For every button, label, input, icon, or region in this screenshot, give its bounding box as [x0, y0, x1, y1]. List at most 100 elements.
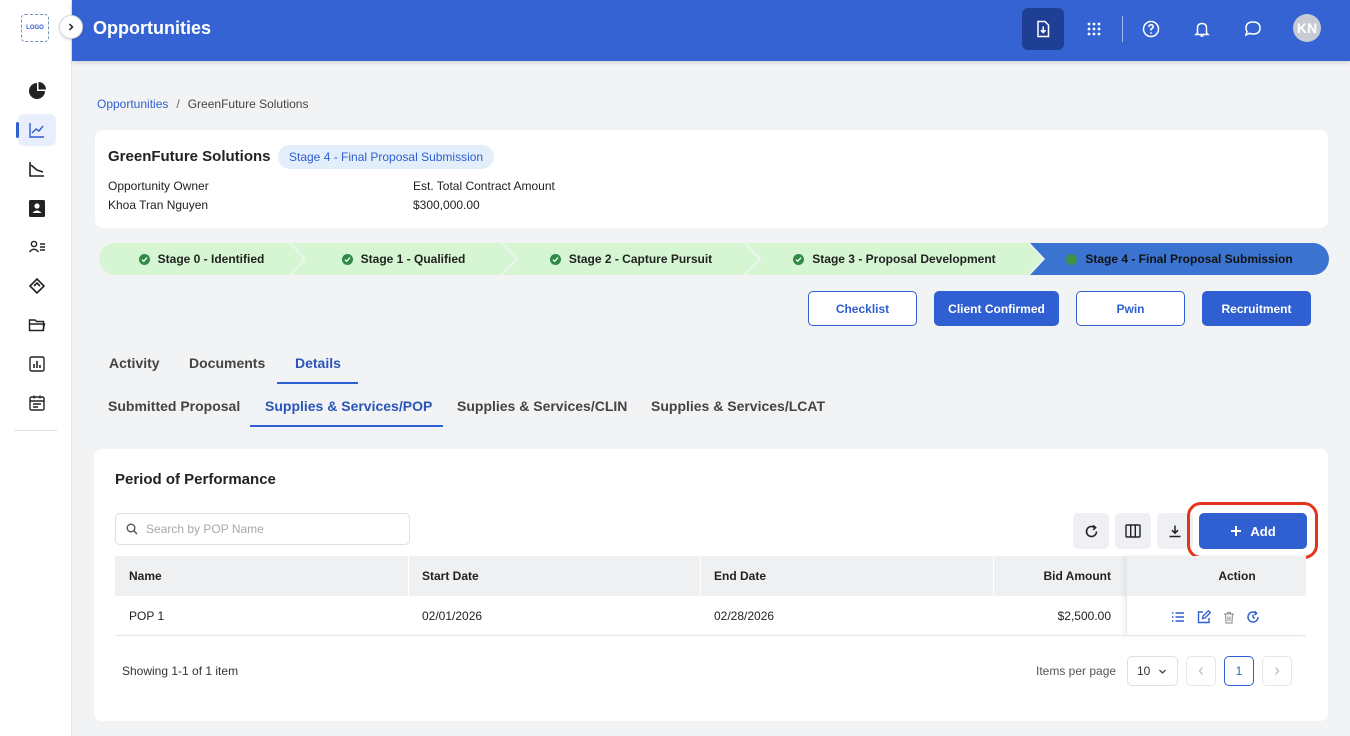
- sidebar-divider: [14, 430, 57, 431]
- view-details-button[interactable]: [1170, 609, 1186, 625]
- owner-value: Khoa Tran Nguyen: [108, 198, 209, 212]
- folder-icon: [28, 319, 46, 332]
- owner-label: Opportunity Owner: [108, 179, 209, 193]
- search-box: [115, 513, 410, 545]
- subtab-clin[interactable]: Supplies & Services/CLIN: [457, 398, 627, 414]
- page-1-button[interactable]: 1: [1224, 656, 1254, 686]
- tab-documents[interactable]: Documents: [189, 355, 265, 371]
- stage-step-3[interactable]: Stage 3 - Proposal Development: [746, 243, 1043, 275]
- opportunity-name: GreenFuture Solutions: [108, 148, 271, 165]
- opportunity-summary-card: GreenFuture Solutions Stage 4 - Final Pr…: [95, 130, 1328, 228]
- column-start-date[interactable]: Start Date: [422, 556, 479, 596]
- search-icon: [126, 523, 138, 535]
- stage-label: Stage 2 - Capture Pursuit: [568, 252, 713, 266]
- nav-people[interactable]: [18, 231, 56, 263]
- notifications-button[interactable]: [1181, 8, 1223, 50]
- logo: LOGO: [21, 14, 49, 42]
- prev-page-button[interactable]: [1186, 656, 1216, 686]
- chat-button[interactable]: [1232, 8, 1274, 50]
- nav-calendar[interactable]: [18, 387, 56, 419]
- items-per-page-value: 10: [1137, 664, 1151, 678]
- stage-step-0[interactable]: Stage 0 - Identified: [99, 243, 304, 275]
- user-avatar[interactable]: KN: [1293, 14, 1321, 42]
- bell-icon: [1194, 22, 1210, 37]
- chevron-right-icon: [1275, 667, 1280, 675]
- subtab-pop[interactable]: Supplies & Services/POP: [265, 398, 432, 414]
- nav-contacts[interactable]: [18, 192, 56, 224]
- columns-button[interactable]: [1115, 513, 1151, 549]
- nav-opportunities[interactable]: [16, 114, 56, 146]
- stage-progress: Stage 0 - Identified Stage 1 - Qualified…: [99, 243, 1329, 275]
- nav-files[interactable]: [18, 309, 56, 341]
- refresh-icon: [1085, 524, 1097, 537]
- check-circle-icon: [793, 253, 805, 265]
- apps-grid-icon: [1087, 22, 1101, 36]
- column-divider: [408, 556, 409, 596]
- amount-value: $300,000.00: [413, 198, 480, 212]
- sidebar: LOGO: [0, 0, 72, 736]
- search-input[interactable]: [146, 522, 386, 536]
- export-button[interactable]: [1157, 513, 1193, 549]
- nav-forecast[interactable]: [18, 153, 56, 185]
- history-button[interactable]: [1245, 609, 1261, 625]
- breadcrumb-separator: /: [176, 97, 180, 111]
- chevron-left-icon: [1198, 667, 1203, 675]
- download-icon: [1169, 525, 1181, 538]
- items-per-page-select[interactable]: 10: [1127, 656, 1178, 686]
- nav-dashboard[interactable]: [18, 75, 56, 107]
- checklist-button[interactable]: Checklist: [808, 291, 917, 326]
- stage-step-1[interactable]: Stage 1 - Qualified: [291, 243, 516, 275]
- nav-deals[interactable]: [18, 270, 56, 302]
- add-button-label: Add: [1250, 523, 1276, 539]
- check-circle-icon: [1066, 253, 1078, 265]
- client-confirmed-button[interactable]: Client Confirmed: [934, 291, 1059, 326]
- column-end-date[interactable]: End Date: [714, 556, 766, 596]
- cell-bid-amount: $2,500.00: [1057, 609, 1111, 623]
- calendar-icon: [29, 395, 45, 411]
- stage-label: Stage 1 - Qualified: [360, 252, 466, 266]
- tab-details[interactable]: Details: [295, 355, 341, 371]
- stage-step-2[interactable]: Stage 2 - Capture Pursuit: [503, 243, 759, 275]
- delete-button[interactable]: [1221, 609, 1237, 625]
- top-header: Opportunities KN: [72, 0, 1350, 61]
- cell-end-date: 02/28/2026: [714, 609, 775, 623]
- items-per-page-label: Items per page: [1036, 664, 1117, 678]
- handshake-icon: [28, 277, 46, 295]
- edit-icon: [1197, 610, 1211, 624]
- nav-reports[interactable]: [18, 348, 56, 380]
- pie-chart-icon: [29, 82, 46, 99]
- help-button[interactable]: [1130, 8, 1172, 50]
- check-circle-icon: [549, 253, 561, 265]
- breadcrumb: Opportunities / GreenFuture Solutions: [97, 97, 308, 111]
- check-circle-icon: [138, 253, 150, 265]
- recruitment-button[interactable]: Recruitment: [1202, 291, 1311, 326]
- stage-badge: Stage 4 - Final Proposal Submission: [278, 145, 495, 169]
- edit-button[interactable]: [1196, 609, 1212, 625]
- subtab-lcat[interactable]: Supplies & Services/LCAT: [651, 398, 825, 414]
- file-download-icon: [1037, 20, 1050, 38]
- column-bid-amount[interactable]: Bid Amount: [1043, 556, 1111, 596]
- add-button[interactable]: Add: [1199, 513, 1307, 549]
- stage-label: Stage 0 - Identified: [157, 252, 265, 266]
- stage-step-4[interactable]: Stage 4 - Final Proposal Submission: [1030, 243, 1329, 275]
- column-name[interactable]: Name: [129, 556, 162, 596]
- tab-activity[interactable]: Activity: [109, 355, 160, 371]
- next-page-button[interactable]: [1262, 656, 1292, 686]
- sidebar-toggle-button[interactable]: [59, 15, 83, 39]
- columns-icon: [1125, 524, 1141, 538]
- column-divider: [700, 556, 701, 596]
- breadcrumb-current: GreenFuture Solutions: [187, 97, 309, 111]
- refresh-button[interactable]: [1073, 513, 1109, 549]
- pop-card: Period of Performance Add Name Start Dat…: [94, 449, 1328, 721]
- help-icon: [1142, 20, 1160, 38]
- breadcrumb-link-opportunities[interactable]: Opportunities: [97, 97, 168, 111]
- trash-icon: [1224, 611, 1234, 624]
- stage-label: Stage 4 - Final Proposal Submission: [1085, 252, 1293, 266]
- action-column: [1126, 556, 1306, 636]
- pwin-button[interactable]: Pwin: [1076, 291, 1185, 326]
- pagination-summary: Showing 1-1 of 1 item: [122, 664, 239, 678]
- subtab-submitted-proposal[interactable]: Submitted Proposal: [108, 398, 240, 414]
- apps-button[interactable]: [1073, 8, 1115, 50]
- card-title: Period of Performance: [115, 471, 276, 488]
- import-button[interactable]: [1022, 8, 1064, 50]
